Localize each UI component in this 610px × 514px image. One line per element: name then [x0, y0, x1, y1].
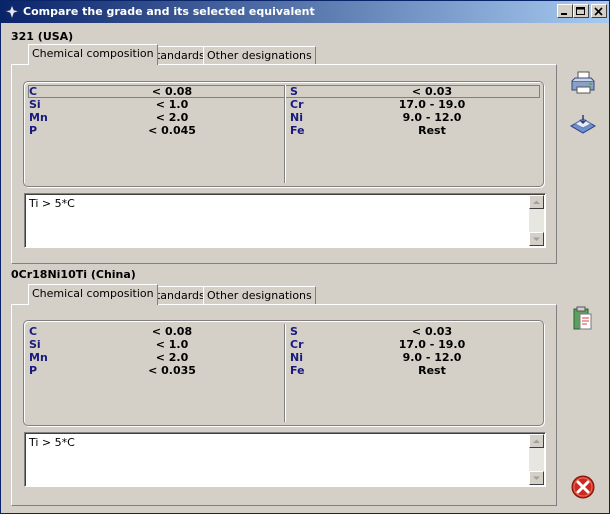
grade1-scroll-up-button[interactable]	[529, 195, 544, 209]
grade2-element-si: Si	[29, 338, 41, 351]
grade2-note-text: Ti > 5*C	[29, 436, 75, 449]
arrow-up-icon	[533, 200, 540, 204]
arrow-up-icon	[533, 439, 540, 443]
grade1-divider	[284, 85, 285, 183]
minimize-icon	[561, 13, 567, 15]
clipboard-button[interactable]	[569, 305, 597, 333]
grade1-value-s: < 0.03	[411, 85, 453, 98]
title-bar: Compare the grade and its selected equiv…	[1, 1, 609, 23]
grade2-element-cr: Cr	[290, 338, 304, 351]
printer-icon	[571, 71, 595, 94]
grade2-note-memo[interactable]: Ti > 5*C	[24, 432, 546, 487]
grade2-label: 0Cr18Ni10Ti (China)	[11, 268, 136, 281]
grade2-value-ni: 9.0 - 12.0	[402, 351, 462, 364]
compare-window: Compare the grade and its selected equiv…	[0, 0, 610, 514]
grade1-note-memo[interactable]: Ti > 5*C	[24, 193, 546, 248]
grade1-tab-panel: C < 0.08 Si < 1.0 Mn < 2.0 P < 0.045 S <…	[11, 64, 557, 264]
maximize-icon	[576, 7, 585, 15]
grade2-scroll-up-button[interactable]	[529, 434, 544, 448]
grade2-value-s: < 0.03	[411, 325, 453, 338]
grade1-element-ni: Ni	[290, 111, 303, 124]
grade2-element-fe: Fe	[290, 364, 305, 377]
grade1-element-c: C	[29, 85, 38, 98]
grade2-tab-panel: C < 0.08 Si < 1.0 Mn < 2.0 P < 0.035 S <…	[11, 304, 557, 506]
grade2-element-s: S	[290, 325, 298, 338]
close-icon	[594, 7, 603, 16]
grade2-note-scrollbar[interactable]	[529, 434, 544, 485]
close-window-button[interactable]	[591, 4, 607, 18]
close-circle-icon	[571, 475, 595, 499]
grade2-element-c: C	[29, 325, 38, 338]
grade2-element-p: P	[29, 364, 38, 377]
grade2-element-ni: Ni	[290, 351, 303, 364]
grade1-value-cr: 17.0 - 19.0	[398, 98, 466, 111]
grade2-value-fe: Rest	[418, 364, 446, 377]
maximize-button[interactable]	[573, 4, 589, 18]
grade1-note-text: Ti > 5*C	[29, 197, 75, 210]
grade1-value-p: < 0.045	[148, 124, 196, 137]
grade1-element-cr: Cr	[290, 98, 304, 111]
grade2-divider	[284, 324, 285, 422]
grade2-value-si: < 1.0	[155, 338, 189, 351]
arrow-down-icon	[533, 476, 540, 480]
grade2-tab-chemical[interactable]: Chemical composition	[28, 284, 158, 305]
grade2-element-mn: Mn	[29, 351, 48, 364]
grade2-value-cr: 17.0 - 19.0	[398, 338, 466, 351]
grade1-scroll-down-button[interactable]	[529, 232, 544, 246]
grade1-value-c: < 0.08	[151, 85, 193, 98]
grade1-value-ni: 9.0 - 12.0	[402, 111, 462, 124]
grade1-value-mn: < 2.0	[155, 111, 189, 124]
grade2-value-p: < 0.035	[148, 364, 196, 377]
minimize-button[interactable]	[557, 4, 573, 18]
grade1-element-mn: Mn	[29, 111, 48, 124]
export-icon	[570, 115, 596, 134]
grade1-note-scrollbar[interactable]	[529, 195, 544, 246]
grade1-element-fe: Fe	[290, 124, 305, 137]
grade1-label: 321 (USA)	[11, 30, 74, 43]
print-button[interactable]	[569, 69, 597, 97]
grade1-value-fe: Rest	[418, 124, 446, 137]
close-button[interactable]	[569, 473, 597, 501]
grade2-value-mn: < 2.0	[155, 351, 189, 364]
grade1-element-si: Si	[29, 98, 41, 111]
arrow-down-icon	[533, 237, 540, 241]
grade2-tab-other[interactable]: Other designations	[203, 286, 316, 305]
grade1-element-p: P	[29, 124, 38, 137]
grade1-tab-other[interactable]: Other designations	[203, 46, 316, 65]
export-button[interactable]	[569, 111, 597, 139]
app-icon	[4, 4, 20, 20]
grade2-value-c: < 0.08	[151, 325, 193, 338]
grade1-element-s: S	[290, 85, 298, 98]
grade2-scroll-down-button[interactable]	[529, 471, 544, 485]
grade1-value-si: < 1.0	[155, 98, 189, 111]
grade1-tab-chemical[interactable]: Chemical composition	[28, 44, 158, 65]
clipboard-icon	[573, 306, 592, 330]
window-title: Compare the grade and its selected equiv…	[23, 5, 315, 18]
